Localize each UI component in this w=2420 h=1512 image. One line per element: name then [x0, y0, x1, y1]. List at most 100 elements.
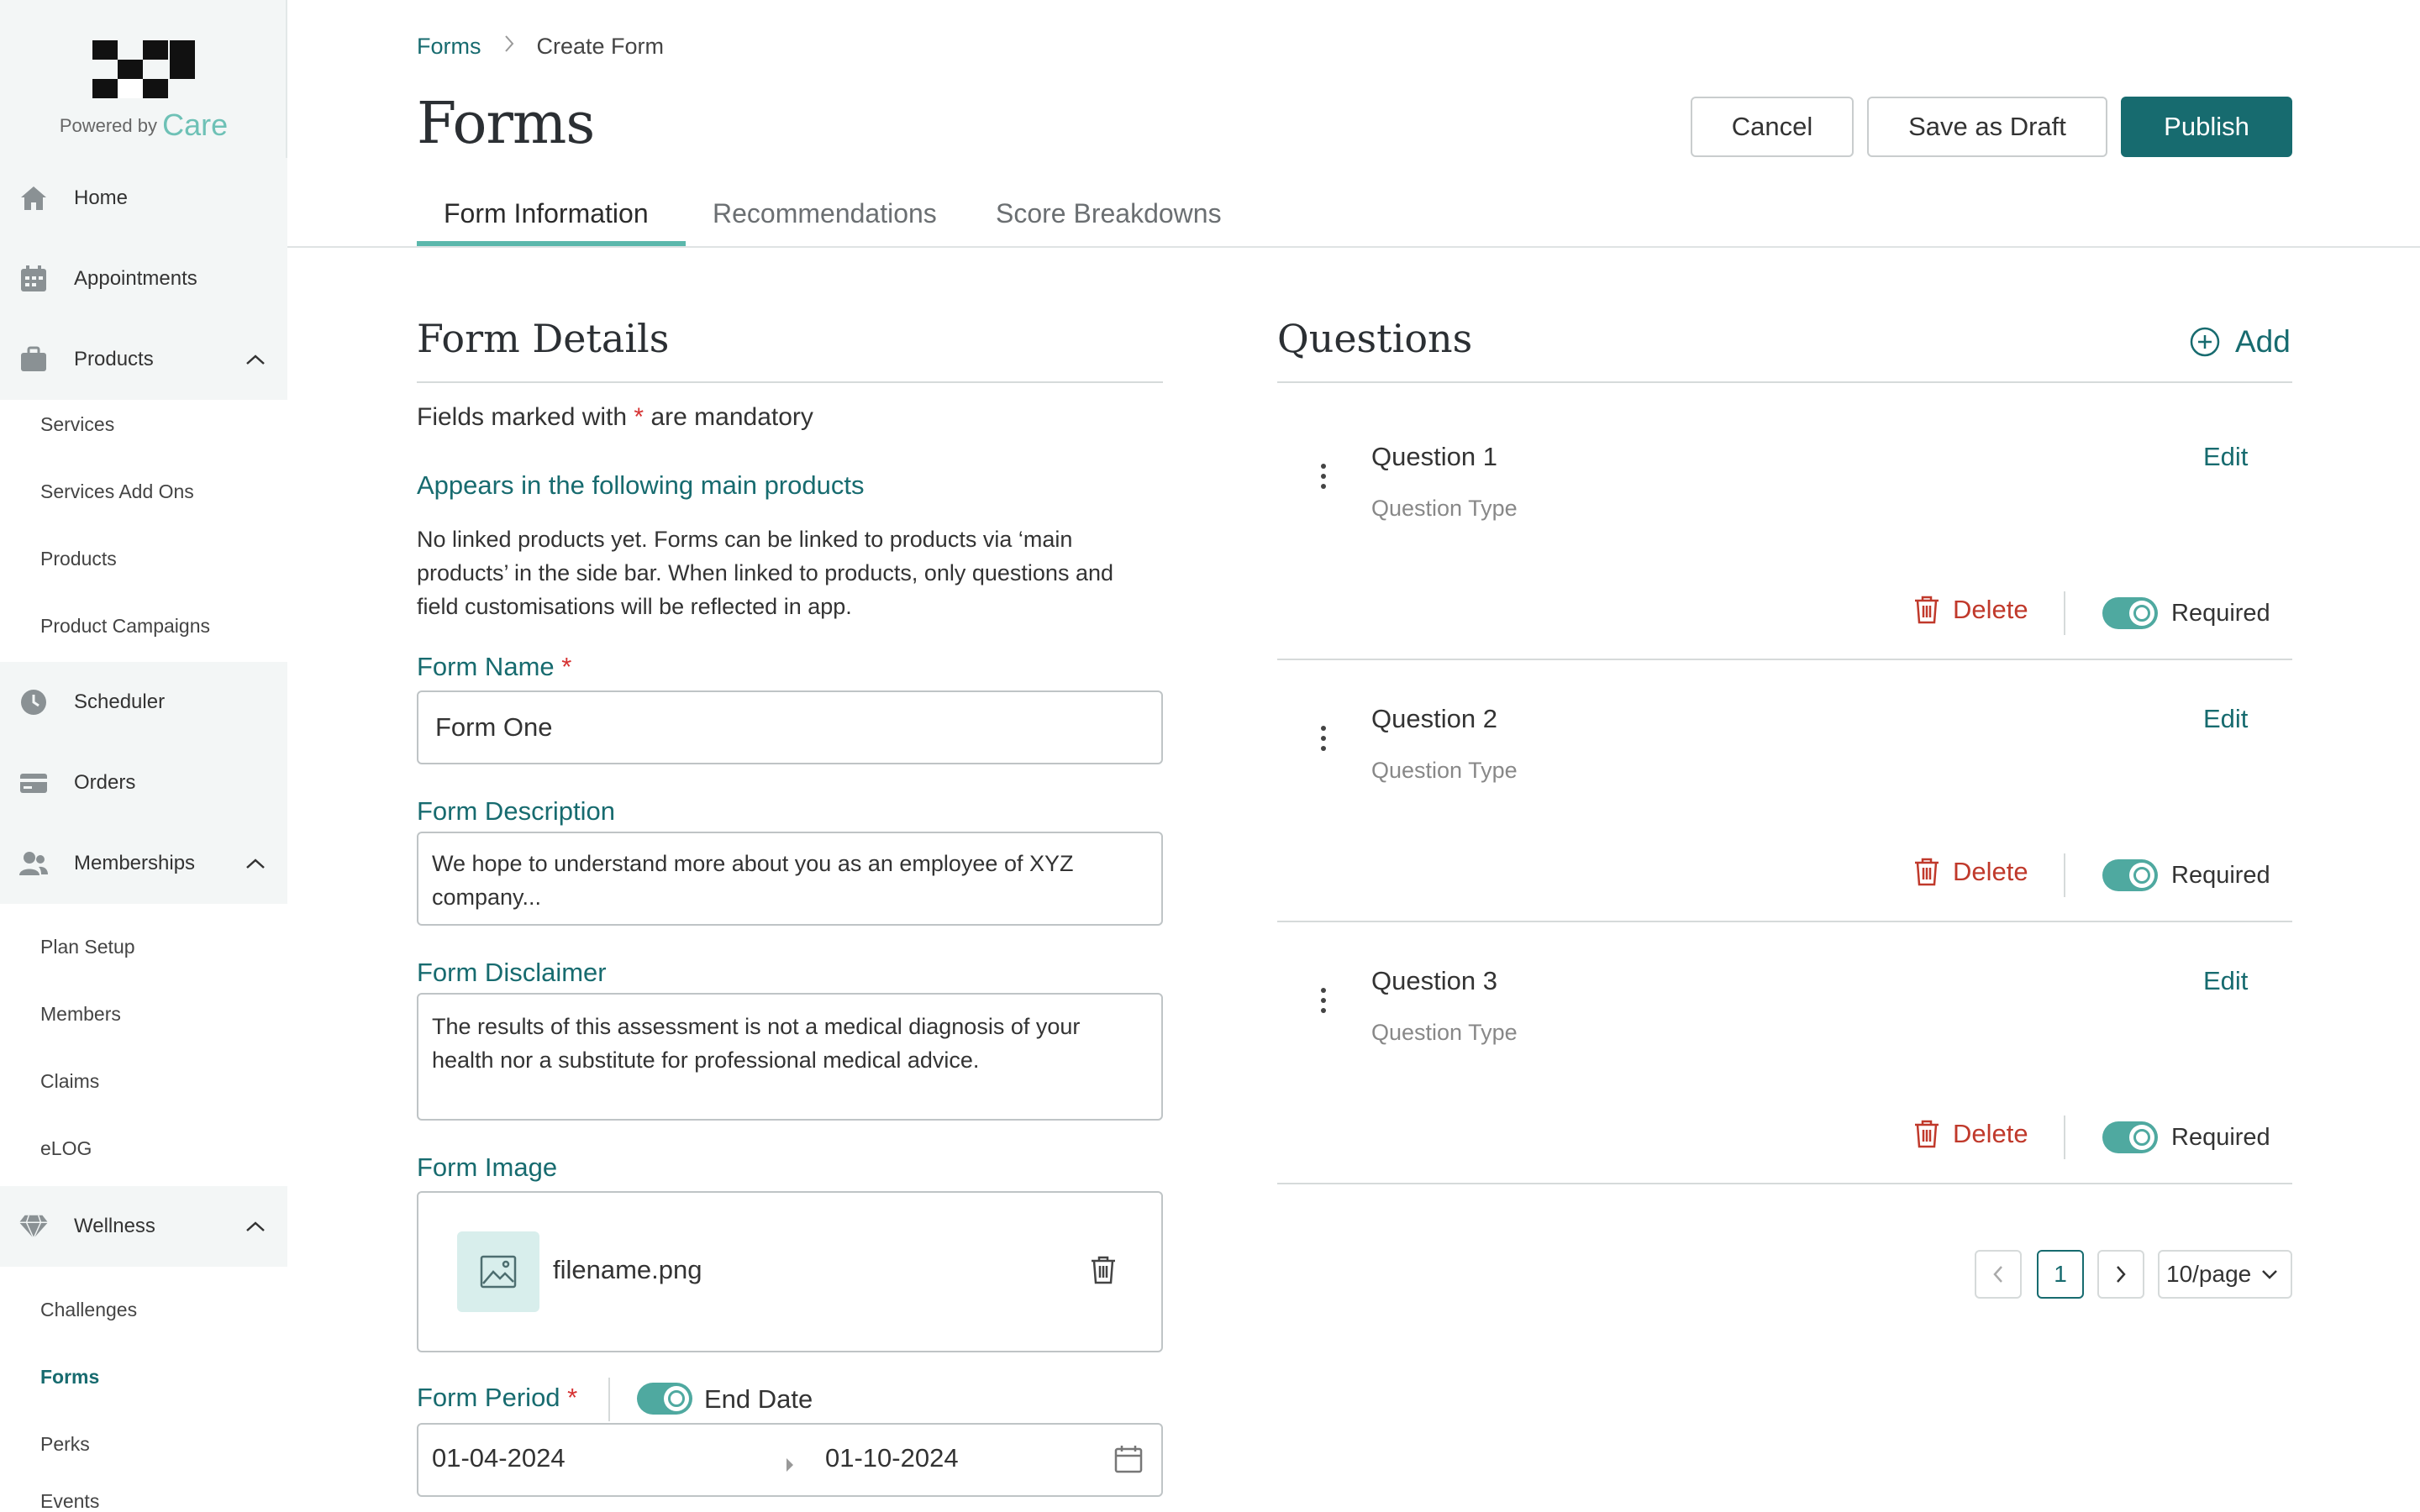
- form-details-title: Form Details: [417, 316, 670, 361]
- next-page-button[interactable]: [2097, 1250, 2144, 1299]
- delete-question-button[interactable]: Delete: [1912, 595, 2028, 625]
- required-asterisk: *: [634, 403, 644, 431]
- trash-icon[interactable]: [1089, 1255, 1118, 1292]
- question-title: Question 1: [1371, 442, 1497, 471]
- sidebar-item-scheduler[interactable]: Scheduler: [0, 662, 287, 743]
- chevron-up-icon[interactable]: [245, 348, 266, 371]
- question-type: Question Type: [1371, 758, 1518, 783]
- add-question-button[interactable]: Add: [2190, 324, 2291, 360]
- sidebar-item-memberships[interactable]: Memberships: [0, 823, 287, 904]
- sidebar-subitem-services[interactable]: Services: [40, 413, 114, 436]
- products-submenu: Services Services Add Ons Products Produ…: [0, 400, 287, 662]
- tab-recommendations[interactable]: Recommendations: [713, 198, 937, 229]
- form-name-label: Form Name *: [417, 652, 571, 682]
- form-image-label: Form Image: [417, 1152, 558, 1182]
- form-disclaimer-textarea[interactable]: The results of this assessment is not a …: [417, 993, 1163, 1121]
- trash-icon: [1915, 596, 1939, 624]
- divider: [1277, 921, 2292, 922]
- sidebar-subitem-forms[interactable]: Forms: [40, 1366, 99, 1389]
- tab-form-information[interactable]: Form Information: [444, 198, 649, 229]
- questions-title: Questions: [1277, 316, 1473, 361]
- form-period-date-range[interactable]: 01-04-2024 01-10-2024: [417, 1423, 1163, 1497]
- breadcrumb-link-forms[interactable]: Forms: [417, 34, 481, 60]
- divider: [608, 1378, 610, 1421]
- linked-products-line: products’ in the side bar. When linked t…: [417, 560, 1113, 585]
- question-type: Question Type: [1371, 1020, 1518, 1045]
- delete-question-button[interactable]: Delete: [1912, 857, 2028, 887]
- drag-handle-icon[interactable]: [1321, 983, 1328, 1018]
- sidebar-item-label: Home: [74, 186, 129, 209]
- calendar-icon[interactable]: [1114, 1445, 1143, 1480]
- form-period-label: Form Period *: [417, 1383, 577, 1413]
- delete-question-button[interactable]: Delete: [1912, 1119, 2028, 1149]
- linked-products-heading: Appears in the following main products: [417, 470, 865, 500]
- chevron-left-icon: [1993, 1266, 2002, 1283]
- clock-icon: [18, 687, 49, 717]
- sidebar-subitem-members[interactable]: Members: [40, 1003, 121, 1026]
- required-toggle[interactable]: [2102, 597, 2158, 629]
- sidebar-item-label: Wellness: [74, 1215, 155, 1237]
- sidebar: Powered by Care Home Appointments Produc…: [0, 0, 287, 1512]
- end-date-value[interactable]: 01-10-2024: [825, 1443, 959, 1473]
- edit-question-button[interactable]: Edit: [2203, 704, 2248, 734]
- drag-handle-icon[interactable]: [1321, 721, 1328, 756]
- linked-products-line: field customisations will be reflected i…: [417, 594, 852, 619]
- breadcrumb-current: Create Form: [536, 34, 665, 59]
- sidebar-item-home[interactable]: Home: [0, 158, 287, 239]
- chevron-up-icon[interactable]: [245, 852, 266, 875]
- cancel-button[interactable]: Cancel: [1691, 97, 1854, 157]
- form-description-textarea[interactable]: We hope to understand more about you as …: [417, 832, 1163, 926]
- sidebar-item-orders[interactable]: Orders: [0, 743, 287, 823]
- sidebar-subitem-services-add-ons[interactable]: Services Add Ons: [40, 480, 194, 503]
- brand-logo: Powered by Care: [0, 34, 287, 143]
- card-icon: [18, 768, 49, 798]
- sidebar-item-label: Products: [74, 348, 154, 370]
- divider: [2064, 1116, 2065, 1159]
- sidebar-subitem-elog[interactable]: eLOG: [40, 1137, 92, 1160]
- required-toggle[interactable]: [2102, 1121, 2158, 1153]
- sidebar-subitem-claims[interactable]: Claims: [40, 1070, 99, 1093]
- form-disclaimer-line: The results of this assessment is not a …: [432, 1014, 1081, 1039]
- required-label: Required: [2171, 862, 2270, 889]
- trash-icon: [1915, 858, 1939, 886]
- edit-question-button[interactable]: Edit: [2203, 966, 2248, 996]
- chevron-up-icon[interactable]: [245, 1215, 266, 1238]
- required-label: Required: [2171, 1124, 2270, 1151]
- form-period-label-text: Form Period: [417, 1383, 560, 1412]
- linked-products-description: No linked products yet. Forms can be lin…: [417, 522, 1113, 623]
- sidebar-subitem-perks[interactable]: Perks: [40, 1433, 90, 1456]
- required-label: Required: [2171, 600, 2270, 627]
- divider: [417, 381, 1163, 383]
- tab-score-breakdowns[interactable]: Score Breakdowns: [996, 198, 1222, 229]
- sidebar-subitem-products[interactable]: Products: [40, 548, 117, 570]
- breadcrumb: Forms Create Form: [417, 34, 664, 60]
- publish-button[interactable]: Publish: [2121, 97, 2292, 157]
- divider: [2064, 853, 2065, 897]
- form-name-input[interactable]: Form One: [417, 690, 1163, 764]
- end-date-toggle[interactable]: [637, 1383, 692, 1415]
- drag-handle-icon[interactable]: [1321, 459, 1328, 494]
- save-draft-button[interactable]: Save as Draft: [1867, 97, 2107, 157]
- page-size-select[interactable]: 10/page: [2158, 1250, 2292, 1299]
- edit-question-button[interactable]: Edit: [2203, 442, 2248, 472]
- mandatory-note: Fields marked with * are mandatory: [417, 403, 813, 432]
- sidebar-subitem-plan-setup[interactable]: Plan Setup: [40, 936, 135, 958]
- start-date-value[interactable]: 01-04-2024: [432, 1443, 566, 1473]
- sidebar-subitem-product-campaigns[interactable]: Product Campaigns: [40, 615, 210, 638]
- sidebar-item-wellness[interactable]: Wellness: [0, 1186, 287, 1267]
- required-toggle[interactable]: [2102, 859, 2158, 891]
- sidebar-item-appointments[interactable]: Appointments: [0, 239, 287, 319]
- add-question-label: Add: [2235, 324, 2291, 359]
- divider: [2064, 591, 2065, 635]
- sidebar-subitem-challenges[interactable]: Challenges: [40, 1299, 137, 1321]
- sidebar-item-products[interactable]: Products: [0, 319, 287, 400]
- form-image-upload[interactable]: filename.png: [417, 1191, 1163, 1352]
- brand-name: Care: [162, 108, 229, 142]
- sidebar-item-label: Scheduler: [74, 690, 166, 713]
- sidebar-item-label: Appointments: [74, 267, 197, 290]
- prev-page-button[interactable]: [1975, 1250, 2022, 1299]
- page-1-button[interactable]: 1: [2037, 1250, 2084, 1299]
- question-title: Question 2: [1371, 704, 1497, 733]
- sidebar-subitem-events[interactable]: Events: [40, 1490, 99, 1512]
- delete-label: Delete: [1953, 857, 2028, 886]
